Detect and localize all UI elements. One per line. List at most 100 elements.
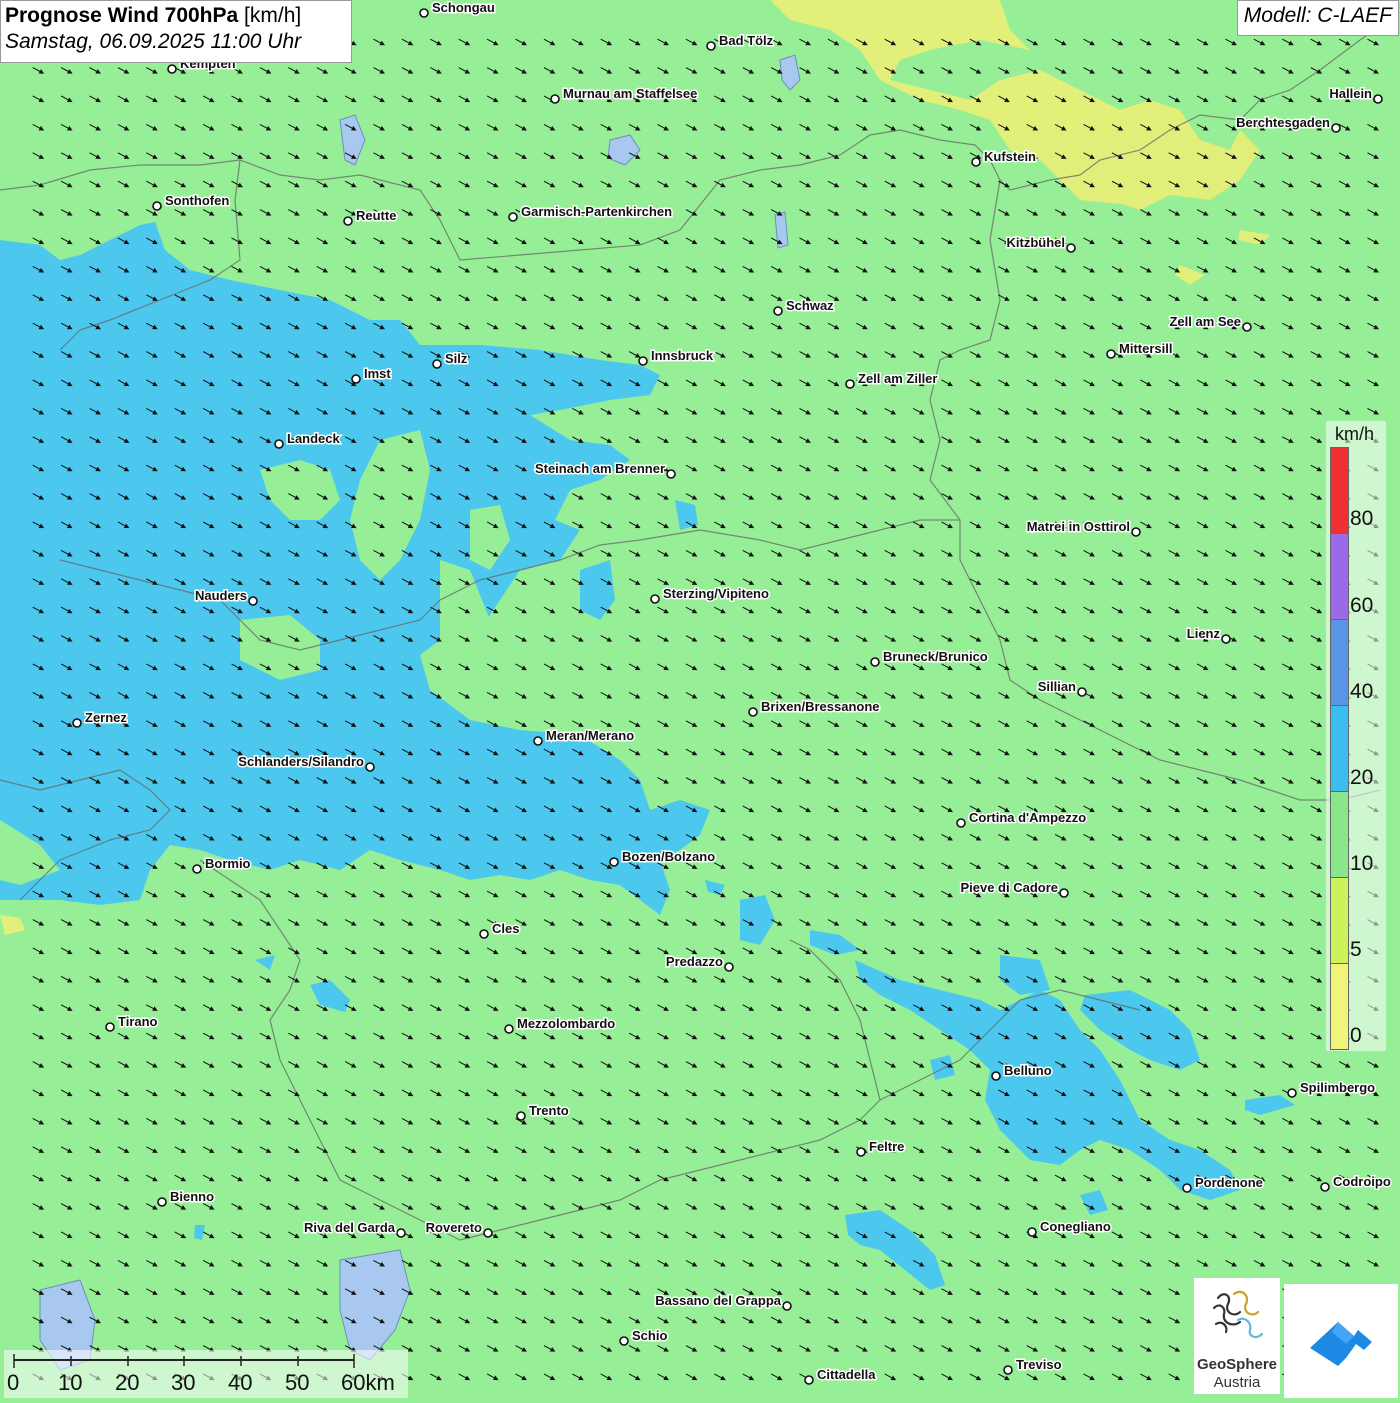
- scale-label-30: 30: [171, 1370, 196, 1395]
- scale-label-0: 0: [7, 1370, 20, 1395]
- city-label: Innsbruck: [651, 348, 714, 363]
- city-dot: [845, 379, 855, 389]
- city-label: Nauders: [195, 588, 247, 603]
- city-dot: [550, 94, 560, 104]
- legend-label-80: 80: [1350, 507, 1374, 530]
- city-marker: Cortina d'Ampezzo: [956, 809, 1088, 828]
- city-marker: Predazzo: [664, 953, 734, 972]
- city-label: Cittadella: [817, 1367, 876, 1382]
- city-marker: Brixen/Bressanone: [748, 698, 881, 717]
- city-label: Matrei in Osttirol: [1027, 519, 1130, 534]
- city-label: Pieve di Cadore: [960, 880, 1058, 895]
- city-dot: [1059, 888, 1069, 898]
- city-dot: [167, 64, 177, 74]
- city-marker: Innsbruck: [638, 347, 715, 366]
- city-label: Trento: [529, 1103, 569, 1118]
- city-label: Meran/Merano: [546, 728, 634, 743]
- city-label: Mezzolombardo: [517, 1016, 615, 1031]
- city-dot: [72, 718, 82, 728]
- city-dot: [1106, 349, 1116, 359]
- city-label: Silz: [445, 351, 468, 366]
- city-label: Landeck: [287, 431, 341, 446]
- city-dot: [1066, 243, 1076, 253]
- map-title: Prognose Wind 700hPa [km/h]: [5, 4, 347, 28]
- city-marker: Sterzing/Vipiteno: [650, 585, 770, 604]
- city-dot: [1077, 687, 1087, 697]
- city-dot: [1182, 1183, 1192, 1193]
- city-marker: Sonthofen: [152, 192, 231, 211]
- city-marker: Pordenone: [1182, 1174, 1264, 1193]
- scale-label-20: 20: [115, 1370, 140, 1395]
- city-marker: Kitzbühel: [1005, 234, 1076, 253]
- legend-label-10: 10: [1350, 852, 1374, 875]
- city-label: Kitzbühel: [1007, 235, 1066, 250]
- city-dot: [1331, 123, 1341, 133]
- city-label: Bad Tölz: [719, 33, 774, 48]
- city-label: Cles: [492, 921, 519, 936]
- city-dot: [365, 762, 375, 772]
- city-marker: Bozen/Bolzano: [609, 848, 717, 867]
- city-label: Zernez: [85, 710, 127, 725]
- city-marker: Murnau am Staffelsee: [550, 85, 699, 104]
- city-dot: [724, 962, 734, 972]
- city-marker: Conegliano: [1027, 1218, 1112, 1237]
- legend-label-0: 0: [1350, 1024, 1362, 1047]
- map-title-box: Prognose Wind 700hPa [km/h] Samstag, 06.…: [0, 0, 352, 63]
- city-label: Berchtesgaden: [1236, 115, 1330, 130]
- city-marker: Zell am Ziller: [845, 370, 939, 389]
- city-label: Conegliano: [1040, 1219, 1111, 1234]
- city-dot: [870, 657, 880, 667]
- weather-app-logo[interactable]: [1284, 1284, 1398, 1398]
- city-dot: [504, 1024, 514, 1034]
- geosphere-logo-name: GeoSphere: [1196, 1356, 1278, 1373]
- city-dot: [248, 596, 258, 606]
- city-marker: Schongau: [419, 0, 496, 18]
- city-dot: [804, 1375, 814, 1385]
- legend-bar-80plus: [1330, 447, 1349, 534]
- city-dot: [533, 736, 543, 746]
- city-dot: [991, 1071, 1001, 1081]
- legend-bar-20-40: [1330, 705, 1349, 792]
- city-label: Sillian: [1038, 679, 1076, 694]
- geosphere-logo-country: Austria: [1213, 1374, 1261, 1391]
- city-marker: Schlanders/Silandro: [237, 753, 375, 772]
- city-marker: Matrei in Osttirol: [1025, 518, 1141, 537]
- city-label: Belluno: [1004, 1063, 1052, 1078]
- city-dot: [609, 857, 619, 867]
- city-label: Sterzing/Vipiteno: [663, 586, 769, 601]
- city-dot: [1027, 1227, 1037, 1237]
- city-label: Codroipo: [1333, 1174, 1391, 1189]
- city-label: Rovereto: [426, 1220, 482, 1235]
- legend-bar-5-10: [1330, 877, 1349, 964]
- city-label: Sonthofen: [165, 193, 229, 208]
- city-marker: Bassano del Grappa: [654, 1292, 792, 1311]
- model-label: Modell: C-LAEF: [1236, 0, 1399, 36]
- city-dot: [192, 864, 202, 874]
- city-dot: [782, 1301, 792, 1311]
- legend-label-60: 60: [1350, 594, 1374, 617]
- city-label: Lienz: [1187, 626, 1221, 641]
- scale-label-40: 40: [228, 1370, 253, 1395]
- city-dot: [956, 818, 966, 828]
- city-dot: [1131, 527, 1141, 537]
- city-dot: [479, 929, 489, 939]
- city-dot: [105, 1022, 115, 1032]
- map-title-main: Prognose Wind 700hPa: [5, 4, 239, 27]
- legend-label-5: 5: [1350, 938, 1362, 961]
- city-dot: [1373, 94, 1383, 104]
- wind-forecast-map: SchongauBad TölzKemptenMurnau am Staffel…: [0, 0, 1400, 1400]
- city-label: Bormio: [205, 856, 251, 871]
- city-label: Feltre: [869, 1139, 904, 1154]
- city-label: Garmisch-Partenkirchen: [521, 204, 672, 219]
- city-dot: [1003, 1365, 1013, 1375]
- city-label: Kufstein: [984, 149, 1036, 164]
- city-dot: [971, 157, 981, 167]
- city-label: Predazzo: [666, 954, 723, 969]
- legend-bar-10-20: [1330, 791, 1349, 878]
- city-label: Treviso: [1016, 1357, 1062, 1372]
- legend-label-40: 40: [1350, 680, 1374, 703]
- city-dot: [516, 1111, 526, 1121]
- city-dot: [650, 594, 660, 604]
- city-dot: [1221, 634, 1231, 644]
- city-label: Reutte: [356, 208, 396, 223]
